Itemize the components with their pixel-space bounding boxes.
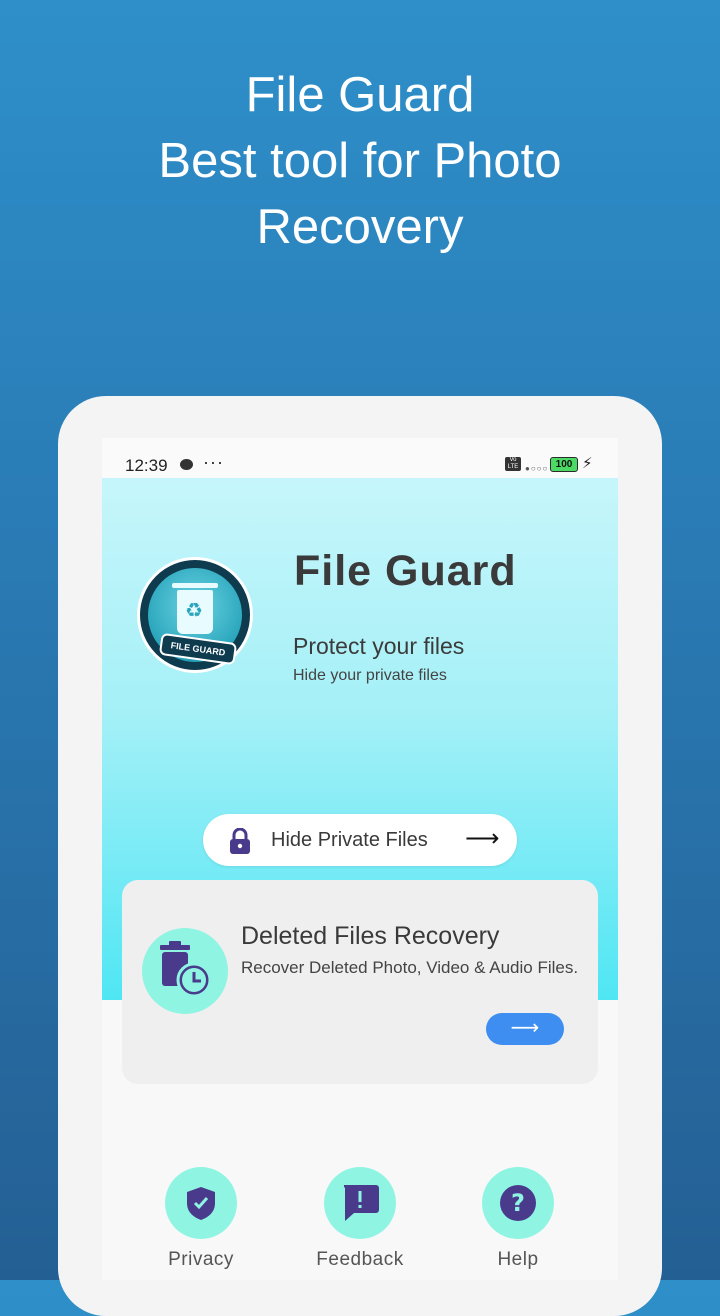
- recovery-go-button[interactable]: ⟶: [486, 1013, 564, 1045]
- nav-privacy[interactable]: Privacy: [146, 1167, 256, 1271]
- signal-icon: ●○○○: [525, 464, 549, 473]
- nav-help[interactable]: ? Help: [463, 1167, 573, 1271]
- promo-line-3: Recovery: [256, 200, 464, 254]
- arrow-right-icon: ⟶: [465, 825, 500, 852]
- svg-text:?: ?: [511, 1189, 525, 1217]
- promo-line-1: File Guard: [245, 68, 475, 122]
- nav-feedback[interactable]: Feedback: [305, 1167, 415, 1271]
- feedback-icon: [324, 1167, 396, 1239]
- app-logo: ♻ FILE GUARD: [137, 557, 253, 673]
- recovery-description: Recover Deleted Photo, Video & Audio Fil…: [241, 958, 579, 977]
- nav-feedback-label: Feedback: [316, 1249, 404, 1270]
- trash-clock-icon: [142, 928, 228, 1014]
- shield-check-icon: [165, 1167, 237, 1239]
- hide-private-files-label: Hide Private Files: [271, 829, 428, 851]
- charging-icon: ⚡: [582, 455, 593, 472]
- volte-icon: Vo LTE: [505, 457, 521, 471]
- status-bar: 12:39 ··· Vo LTE ●○○○ 100 ⚡: [102, 438, 618, 478]
- status-time: 12:39: [125, 456, 168, 475]
- lock-icon: [230, 828, 250, 854]
- sub-tagline: Hide your private files: [293, 667, 447, 684]
- promo-headline: File Guard Best tool for Photo Recovery: [0, 62, 720, 260]
- hide-private-files-button[interactable]: Hide Private Files ⟶: [203, 814, 517, 866]
- battery-icon: 100: [550, 457, 578, 472]
- more-notifications-icon: ···: [203, 452, 224, 472]
- app-title: File Guard: [294, 547, 517, 595]
- tagline: Protect your files: [293, 633, 465, 659]
- message-icon: [180, 459, 193, 470]
- promo-line-2: Best tool for Photo: [158, 134, 562, 188]
- nav-privacy-label: Privacy: [168, 1249, 234, 1270]
- recovery-title: Deleted Files Recovery: [241, 922, 500, 950]
- phone-screen: 12:39 ··· Vo LTE ●○○○ 100 ⚡ ♻ FILE GUARD…: [102, 438, 618, 1280]
- help-icon: ?: [482, 1167, 554, 1239]
- deleted-files-recovery-card[interactable]: Deleted Files Recovery Recover Deleted P…: [122, 880, 598, 1084]
- nav-help-label: Help: [497, 1249, 539, 1270]
